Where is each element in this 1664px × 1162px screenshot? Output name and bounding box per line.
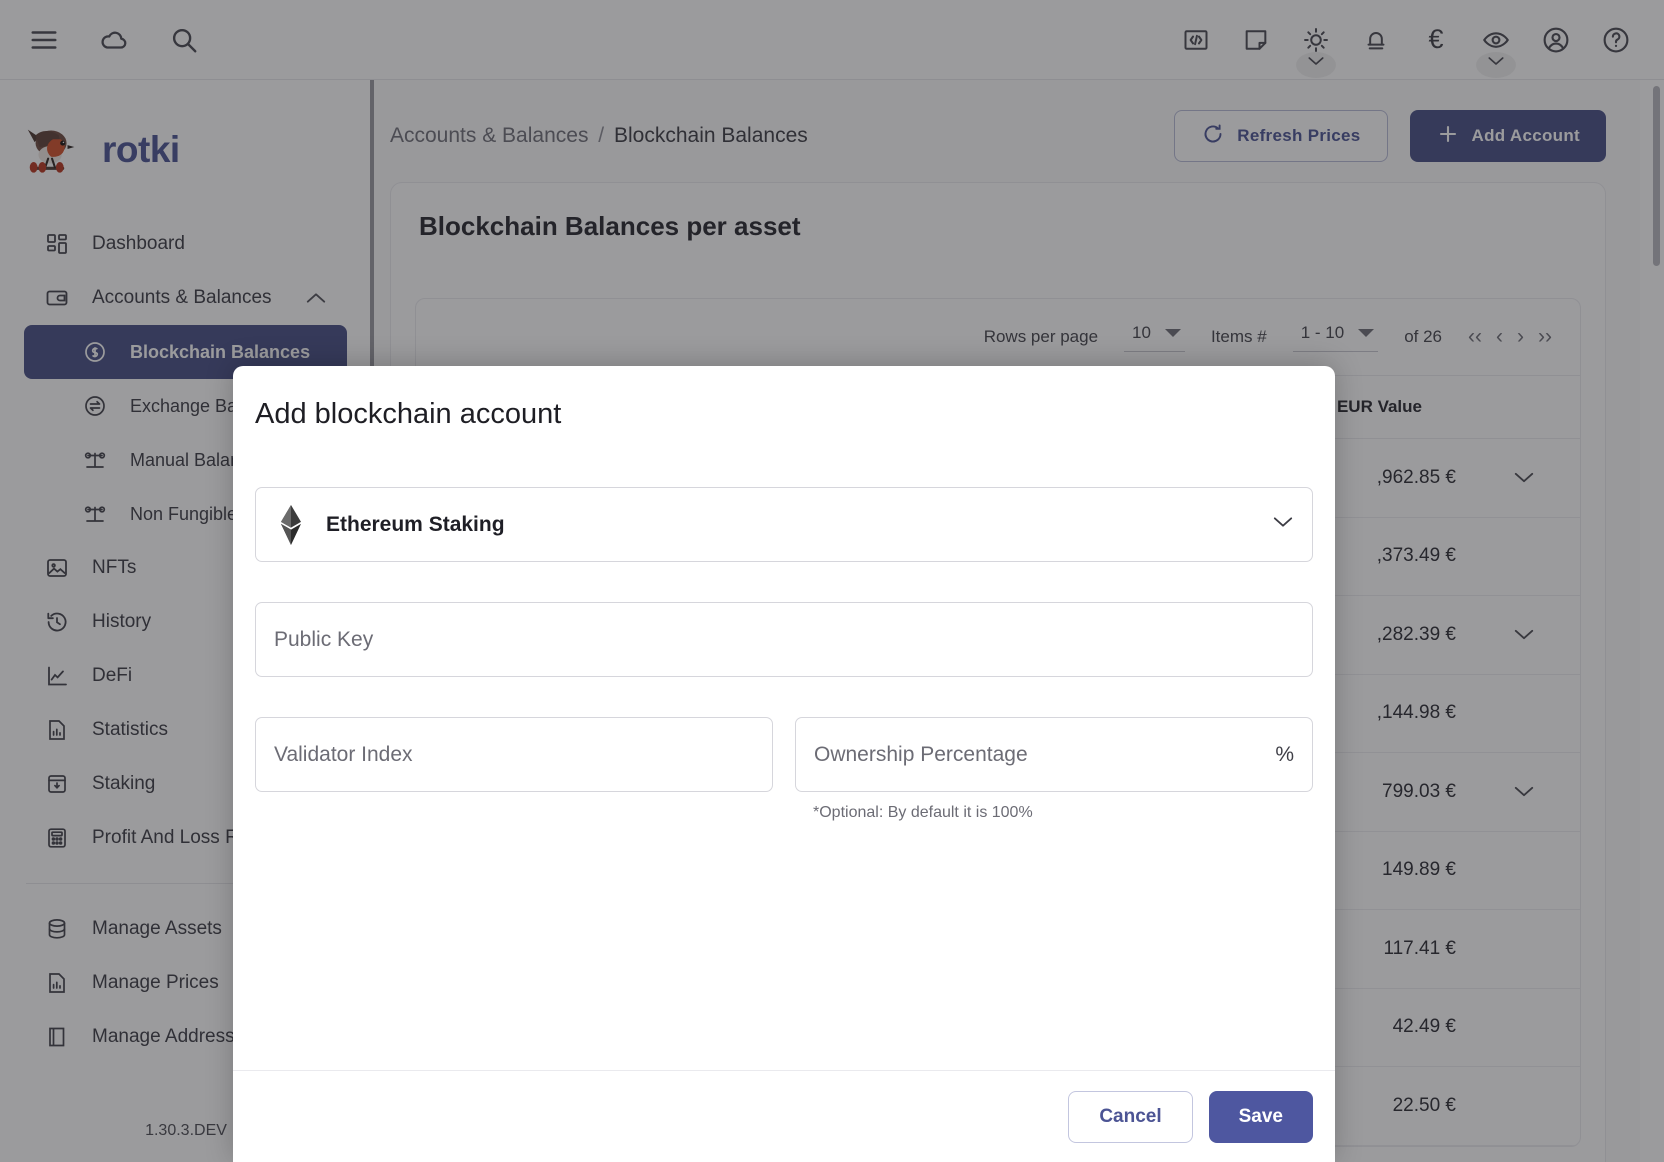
dialog-footer: Cancel Save bbox=[233, 1070, 1335, 1162]
ownership-percentage-placeholder: Ownership Percentage bbox=[814, 742, 1028, 766]
dialog-body: Ethereum Staking Public Key Validator In… bbox=[233, 431, 1335, 1070]
save-button[interactable]: Save bbox=[1208, 1090, 1313, 1143]
chain-select-value: Ethereum Staking bbox=[326, 512, 505, 536]
ownership-percentage-input[interactable]: Ownership Percentage % bbox=[795, 717, 1313, 792]
public-key-input[interactable]: Public Key bbox=[255, 602, 1313, 677]
dialog-title: Add blockchain account bbox=[255, 398, 562, 430]
chain-select[interactable]: Ethereum Staking bbox=[255, 487, 1313, 562]
validator-index-placeholder: Validator Index bbox=[274, 742, 413, 766]
application-window: € rotki Dashboard Accounts & Balances Bl… bbox=[0, 0, 1664, 1162]
validator-index-input[interactable]: Validator Index bbox=[255, 717, 773, 792]
cancel-button[interactable]: Cancel bbox=[1068, 1090, 1193, 1143]
add-blockchain-account-dialog: Add blockchain account Ethereum Staking bbox=[233, 366, 1335, 1162]
public-key-field-wrap: Public Key bbox=[255, 602, 1313, 677]
validator-index-field-wrap: Validator Index bbox=[255, 717, 773, 822]
ownership-percentage-field-wrap: Ownership Percentage % *Optional: By def… bbox=[795, 717, 1313, 822]
public-key-placeholder: Public Key bbox=[274, 627, 374, 651]
ownership-percentage-hint: *Optional: By default it is 100% bbox=[813, 804, 1033, 821]
ethereum-icon bbox=[274, 504, 308, 545]
validator-row: Validator Index Ownership Percentage % *… bbox=[255, 717, 1313, 822]
percent-suffix: % bbox=[1275, 742, 1294, 766]
chevron-down-icon[interactable] bbox=[1272, 515, 1294, 534]
